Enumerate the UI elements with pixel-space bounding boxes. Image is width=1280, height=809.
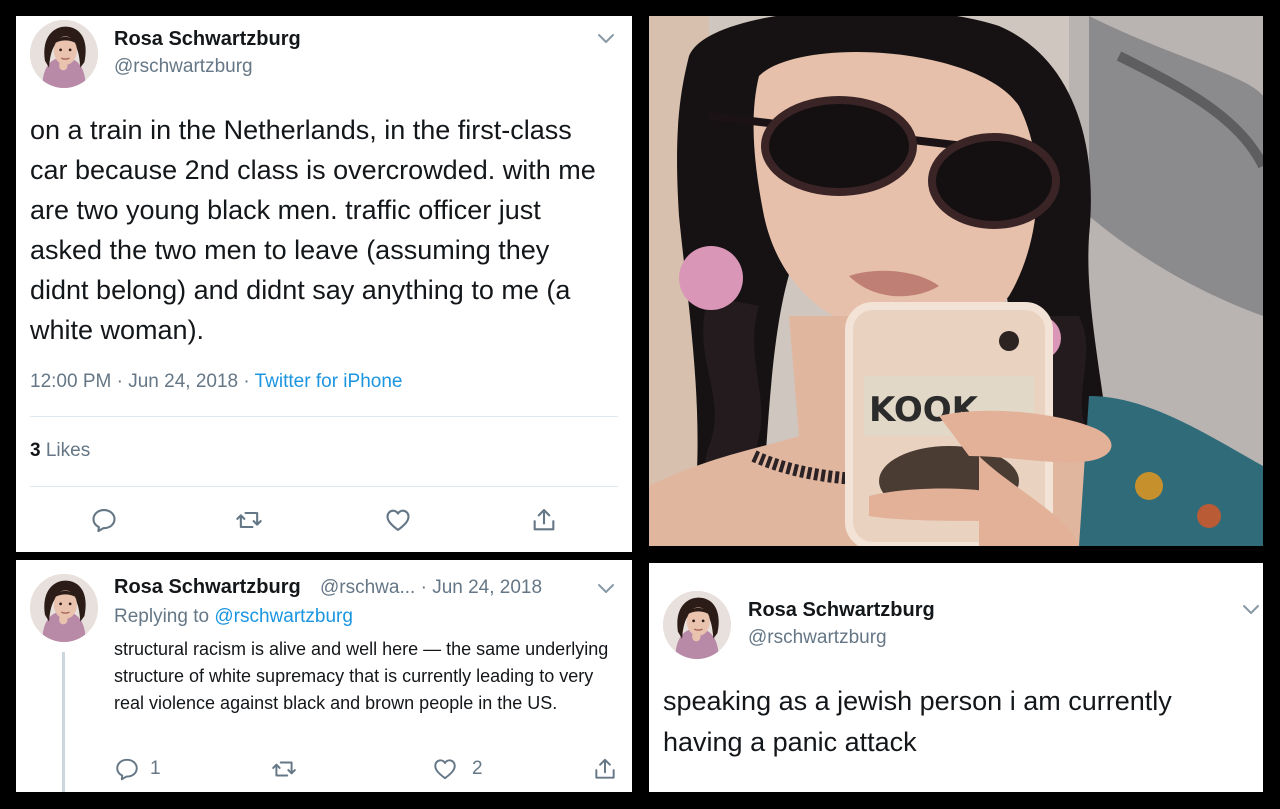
author-name[interactable]: Rosa Schwartzburg — [114, 28, 301, 51]
share-icon[interactable] — [592, 756, 618, 782]
tweet-source[interactable]: Twitter for iPhone — [255, 371, 403, 392]
author-handle[interactable]: @rschwartzburg — [114, 56, 253, 78]
chevron-down-icon[interactable] — [1239, 597, 1263, 621]
chevron-down-icon[interactable] — [594, 26, 618, 50]
thread-line — [62, 652, 65, 792]
author-name[interactable]: Rosa Schwartzburg — [748, 599, 935, 622]
tweet-time[interactable]: 12:00 PM · Jun 24, 2018 · — [30, 371, 255, 392]
avatar[interactable] — [663, 591, 731, 659]
retweet-icon[interactable] — [234, 506, 264, 534]
chevron-down-icon[interactable] — [594, 576, 618, 600]
tweet-text: on a train in the Netherlands, in the fi… — [30, 115, 596, 345]
divider — [30, 416, 618, 417]
like-icon[interactable] — [384, 506, 412, 534]
reply-icon[interactable] — [90, 506, 118, 534]
share-icon[interactable] — [530, 506, 558, 534]
tweet-third-panel: Rosa Schwartzburg @rschwartzburg speakin… — [649, 563, 1263, 792]
handle-and-date[interactable]: @rschwa... · Jun 24, 2018 — [320, 577, 542, 599]
avatar[interactable] — [30, 20, 98, 88]
reply-count: 1 — [150, 758, 161, 779]
likes-label: Likes — [45, 440, 91, 461]
profile-photo: KOOK — [649, 16, 1263, 546]
replying-to-handle[interactable]: @rschwartzburg — [214, 606, 353, 627]
like-icon[interactable] — [432, 756, 458, 782]
photo-illustration: KOOK — [649, 16, 1263, 546]
divider — [30, 486, 618, 487]
author-name[interactable]: Rosa Schwartzburg — [114, 576, 301, 599]
replying-prefix: Replying to — [114, 606, 215, 627]
retweet-icon[interactable] — [270, 756, 298, 782]
tweet-reply-panel: Rosa Schwartzburg @rschwa... · Jun 24, 2… — [16, 560, 632, 792]
tweet-text: speaking as a jewish person i am current… — [663, 686, 1172, 757]
author-handle[interactable]: @rschwartzburg — [748, 627, 887, 649]
like-count: 2 — [472, 758, 483, 779]
reply-text: structural racism is alive and well here… — [114, 639, 609, 713]
tweet-timestamp[interactable]: 12:00 PM · Jun 24, 2018 · Twitter for iP… — [30, 371, 402, 393]
likes-stat[interactable]: 3 Likes — [30, 440, 90, 462]
tweet-main-panel: Rosa Schwartzburg @rschwartzburg on a tr… — [16, 16, 632, 552]
avatar[interactable] — [30, 574, 98, 642]
reply-icon[interactable] — [114, 756, 140, 782]
replying-to: Replying to @rschwartzburg — [114, 606, 353, 628]
likes-count: 3 — [30, 440, 41, 461]
